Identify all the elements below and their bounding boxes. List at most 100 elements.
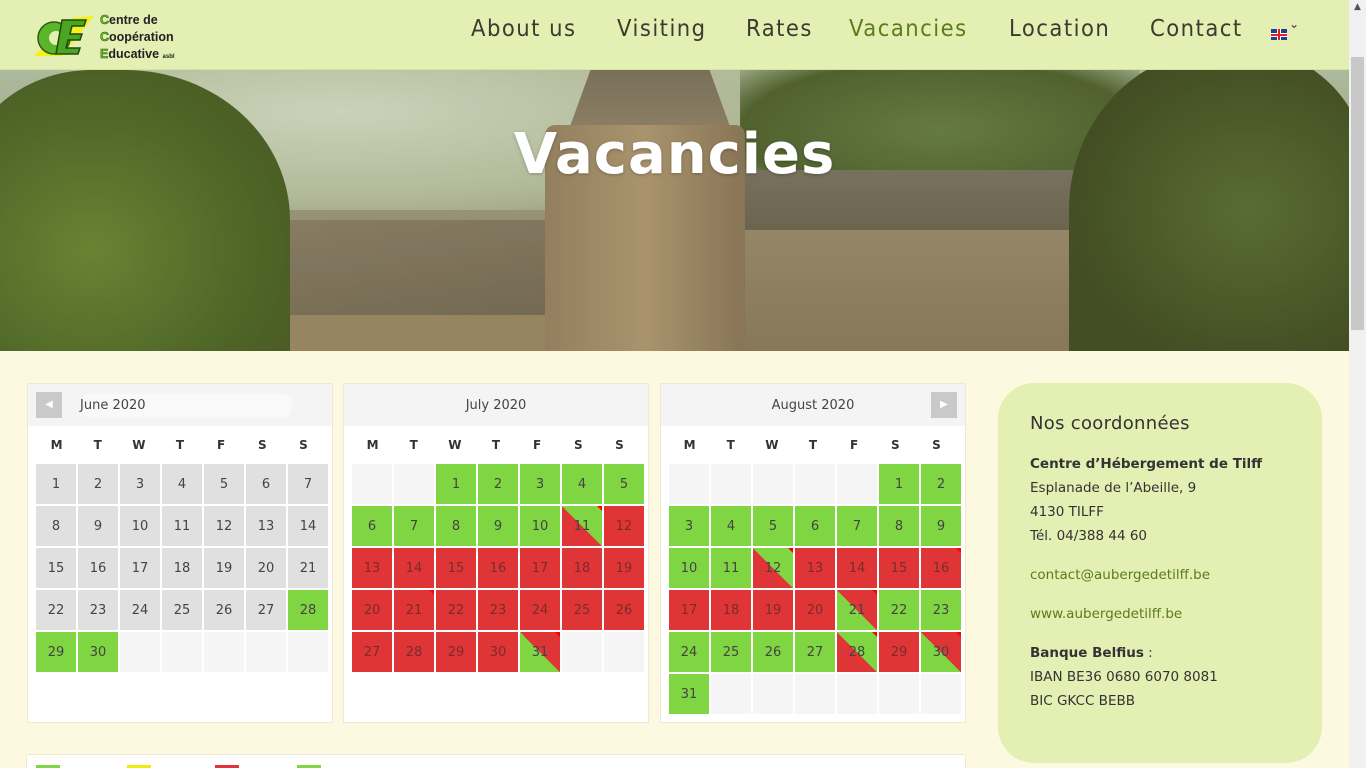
calendar-day-booked[interactable]: 17: [520, 548, 560, 588]
calendar-day-free[interactable]: 8: [436, 506, 476, 546]
calendar-day-booked[interactable]: 15: [879, 548, 919, 588]
calendar-day-booked[interactable]: 19: [604, 548, 644, 588]
calendar-day-booked[interactable]: 14: [394, 548, 434, 588]
calendar-day-free[interactable]: 23: [921, 590, 961, 630]
calendar-day-booked[interactable]: 26: [604, 590, 644, 630]
calendar-day-booked-mark[interactable]: 21: [394, 590, 434, 630]
calendar-day-booked[interactable]: 12: [604, 506, 644, 546]
calendar-day-free[interactable]: 1: [879, 464, 919, 504]
calendar-day-free[interactable]: 6: [352, 506, 392, 546]
calendar-day-past: 5: [204, 464, 244, 504]
contact-phone: Tél. 04/388 44 60: [1030, 528, 1148, 544]
day-number: 3: [535, 476, 545, 492]
site-logo[interactable]: Centre de Coopération Educative asbl: [32, 10, 202, 62]
hero-banner: Vacancies: [0, 70, 1349, 351]
logo-line: entre de: [109, 13, 158, 27]
bank-details: Banque Belfius : IBAN BE36 0680 6070 808…: [1030, 641, 1290, 713]
calendar-day-free[interactable]: 2: [478, 464, 518, 504]
scrollbar-thumb[interactable]: [1351, 57, 1364, 330]
nav-rates[interactable]: Rates: [746, 16, 813, 42]
calendar-day-free[interactable]: 9: [921, 506, 961, 546]
scroll-up-arrow-icon[interactable]: ▲: [1349, 2, 1366, 16]
calendar-day-booked[interactable]: 13: [352, 548, 392, 588]
calendar-day-free[interactable]: 24: [669, 632, 709, 672]
calendar-day-out[interactable]: 30: [921, 632, 961, 672]
calendar-day-free[interactable]: 28: [288, 590, 328, 630]
calendar-day-out[interactable]: 21: [837, 590, 877, 630]
calendar-day-booked-mark[interactable]: 16: [921, 548, 961, 588]
calendar-day-booked[interactable]: 29: [436, 632, 476, 672]
calendar-day-booked[interactable]: 24: [520, 590, 560, 630]
calendar-day-free[interactable]: 5: [604, 464, 644, 504]
calendar-day-free[interactable]: 27: [795, 632, 835, 672]
calendar-day-booked[interactable]: 13: [795, 548, 835, 588]
calendar-day-free[interactable]: 31: [669, 674, 709, 714]
language-selector[interactable]: ⌄: [1271, 17, 1301, 41]
nav-vacancies[interactable]: Vacancies: [849, 16, 968, 42]
calendar-day-free[interactable]: 2: [921, 464, 961, 504]
calendar-day-free[interactable]: 30: [78, 632, 118, 672]
calendar-day-free[interactable]: 10: [520, 506, 560, 546]
calendar-day-out[interactable]: 31: [520, 632, 560, 672]
calendar-day-free[interactable]: 26: [753, 632, 793, 672]
day-number: 1: [894, 476, 904, 492]
calendar-day-free[interactable]: 8: [879, 506, 919, 546]
calendar-day-booked[interactable]: 18: [562, 548, 602, 588]
calendar-day-booked[interactable]: 25: [562, 590, 602, 630]
calendar-day-free[interactable]: 9: [478, 506, 518, 546]
bank-iban: IBAN BE36 0680 6070 8081: [1030, 669, 1218, 685]
calendar-day-in[interactable]: 11: [562, 506, 602, 546]
calendar-day-booked[interactable]: 28: [394, 632, 434, 672]
calendar-day-free[interactable]: 7: [837, 506, 877, 546]
calendar-day-booked[interactable]: 19: [753, 590, 793, 630]
day-number: 10: [131, 518, 149, 534]
calendar-empty-cell: [604, 632, 644, 672]
calendar-day-booked[interactable]: 30: [478, 632, 518, 672]
next-month-button[interactable]: ▶: [931, 392, 957, 418]
calendar-day-free[interactable]: 4: [711, 506, 751, 546]
calendar-day-free[interactable]: 5: [753, 506, 793, 546]
day-number: 11: [722, 560, 740, 576]
calendar-day-booked[interactable]: 23: [478, 590, 518, 630]
calendar-day-free[interactable]: 6: [795, 506, 835, 546]
calendar-day-in[interactable]: 28: [837, 632, 877, 672]
calendar-day-booked[interactable]: 22: [436, 590, 476, 630]
contact-email-link[interactable]: contact@aubergedetilff.be: [1030, 567, 1210, 583]
contact-website-link[interactable]: www.aubergedetilff.be: [1030, 606, 1182, 622]
calendar-day-free[interactable]: 25: [711, 632, 751, 672]
calendar-day-booked[interactable]: 18: [711, 590, 751, 630]
calendar-day-free[interactable]: 1: [436, 464, 476, 504]
weekday-label: W: [448, 438, 462, 452]
calendar-day-free[interactable]: 10: [669, 548, 709, 588]
calendar-day-free[interactable]: 29: [36, 632, 76, 672]
calendar-day-booked[interactable]: 20: [795, 590, 835, 630]
calendar-day-past: 10: [120, 506, 160, 546]
bank-separator: :: [1143, 645, 1153, 661]
calendar-day-booked[interactable]: 20: [352, 590, 392, 630]
calendar-day-free[interactable]: 4: [562, 464, 602, 504]
calendar-day-free[interactable]: 3: [520, 464, 560, 504]
prev-month-button[interactable]: ◀: [36, 392, 62, 418]
nav-contact[interactable]: Contact: [1150, 16, 1243, 42]
nav-about-us[interactable]: About us: [471, 16, 576, 42]
calendar-day-booked[interactable]: 16: [478, 548, 518, 588]
calendar-day-past: 2: [78, 464, 118, 504]
day-number: 10: [680, 560, 698, 576]
calendar-day-free[interactable]: 11: [711, 548, 751, 588]
calendar-day-free[interactable]: 7: [394, 506, 434, 546]
calendar-day-booked[interactable]: 14: [837, 548, 877, 588]
calendar-day-booked[interactable]: 15: [436, 548, 476, 588]
calendar-day-free[interactable]: 22: [879, 590, 919, 630]
calendar-day-in[interactable]: 12: [753, 548, 793, 588]
nav-location[interactable]: Location: [1009, 16, 1110, 42]
day-number: 30: [89, 644, 107, 660]
page-scrollbar[interactable]: ▲: [1349, 0, 1366, 768]
nav-visiting[interactable]: Visiting: [617, 16, 707, 42]
weekday-label: S: [615, 438, 624, 452]
calendar-day-booked[interactable]: 17: [669, 590, 709, 630]
day-number: 21: [848, 602, 866, 618]
weekday-label: T: [726, 438, 735, 452]
calendar-day-booked[interactable]: 29: [879, 632, 919, 672]
calendar-day-booked[interactable]: 27: [352, 632, 392, 672]
calendar-day-free[interactable]: 3: [669, 506, 709, 546]
